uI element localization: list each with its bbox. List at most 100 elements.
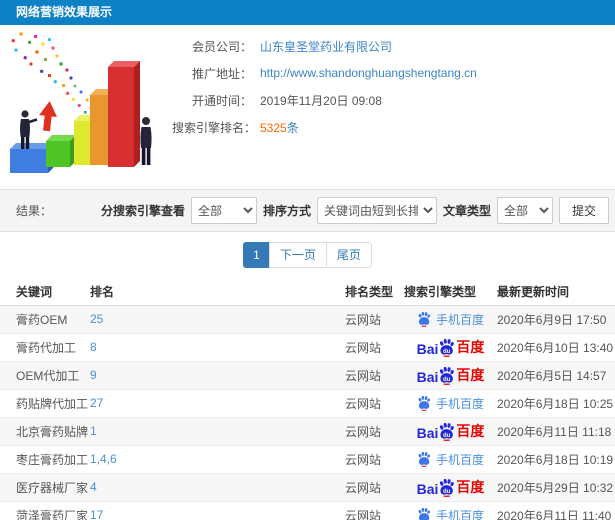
rank-link[interactable]: 17 [90, 508, 103, 520]
engine-rank-count: 5325 [260, 120, 287, 135]
arrow-up-icon [39, 101, 58, 132]
header-rank-type: 排名类型 [345, 278, 404, 306]
pagination-wrap: 1 下一页 尾页 [0, 232, 615, 278]
last-page-button[interactable]: 尾页 [325, 242, 372, 268]
table-row: OEM代加工 9 云网站 Bai du 百度 2020年6月5日 14:57 [0, 361, 615, 390]
table-row: 医疗器械厂家 4 云网站 Bai du 百度 2020年5月29日 10:32 [0, 473, 615, 502]
rank-type-cell: 云网站 [345, 361, 404, 390]
baidu-logo-cn: 百度 [456, 367, 485, 383]
keyword-cell: 枣庄膏药加工 [0, 445, 90, 474]
keyword-cell: 北京膏药贴牌 [0, 417, 90, 446]
header-engine-type: 搜索引擎类型 [404, 278, 497, 306]
table-row: 北京膏药贴牌 1 云网站 Bai du 百度 2020年6月11日 11:18 [0, 417, 615, 446]
rank-type-cell: 云网站 [345, 389, 404, 418]
rank-link[interactable]: 27 [90, 396, 103, 410]
promo-url-link[interactable]: http://www.shandonghuangshengtang.cn [260, 66, 477, 80]
engine-type-cell: Bai du 百度 [404, 474, 497, 501]
keyword-cell: OEM代加工 [0, 361, 90, 390]
engine-rank-unit: 条 [286, 120, 299, 135]
updated-cell: 2020年6月9日 17:50 [497, 305, 615, 334]
baidu-logo-cn: 百度 [456, 423, 485, 439]
baidu-logo-bai: Bai [416, 481, 439, 497]
engine-type-cell: Bai du 百度 [404, 362, 497, 389]
baidu-paw-icon: du [438, 422, 455, 441]
rank-link[interactable]: 4 [90, 480, 97, 494]
engine-type-cell: Bai du 百度 [404, 334, 497, 361]
baidu-paw-icon [417, 395, 431, 411]
table-row: 膏药代加工 8 云网站 Bai du 百度 2020年6月10日 13:40 [0, 333, 615, 362]
updated-cell: 2020年6月11日 11:18 [497, 417, 615, 446]
results-table: 关键词 排名 排名类型 搜索引擎类型 最新更新时间 膏药OEM 25 云网站 手… [0, 278, 615, 520]
engine-rank-label: 搜索引擎排名： [172, 120, 257, 135]
baidu-logo-cn: 百度 [456, 339, 485, 355]
svg-text:du: du [443, 349, 451, 355]
rank-link[interactable]: 1 [90, 424, 97, 438]
result-label: 结果： [16, 204, 53, 218]
filter-controls: 分搜索引擎查看 全部 排序方式 关键词由短到长排序 文章类型 全部 提交 [101, 197, 609, 224]
baidu-paw-icon: du [438, 366, 455, 385]
keyword-cell: 医疗器械厂家 [0, 473, 90, 502]
mobile-baidu-label: 手机百度 [435, 312, 484, 327]
info-row-open-time: 开通时间： 2019年11月20日 09:08 [172, 91, 615, 109]
engine-type-cell: 手机百度 [404, 446, 497, 473]
engine-type-cell: 手机百度 [404, 502, 497, 520]
page-title: 网络营销效果展示 [16, 5, 113, 19]
member-company-label: 会员公司： [191, 39, 252, 54]
baidu-paw-icon [417, 451, 431, 467]
rank-type-cell: 云网站 [345, 305, 404, 334]
article-type-select[interactable]: 全部 [496, 197, 553, 224]
updated-cell: 2020年6月11日 11:40 [497, 501, 615, 520]
updated-cell: 2020年6月18日 10:25 [497, 389, 615, 418]
submit-button[interactable]: 提交 [558, 197, 609, 224]
rank-link[interactable]: 1,4,6 [90, 452, 117, 466]
engine-view-select[interactable]: 全部 [190, 197, 257, 224]
account-info-list: 会员公司： 山东皇圣堂药业有限公司 推广地址： http://www.shand… [172, 25, 615, 189]
page-titlebar: 网络营销效果展示 [0, 0, 615, 25]
info-row-member: 会员公司： 山东皇圣堂药业有限公司 [172, 37, 615, 55]
baidu-paw-icon [417, 311, 431, 327]
rank-type-cell: 云网站 [345, 501, 404, 520]
account-info-section: 会员公司： 山东皇圣堂药业有限公司 推广地址： http://www.shand… [0, 25, 615, 189]
pagination: 1 下一页 尾页 [243, 242, 372, 268]
engine-type-cell: 手机百度 [404, 306, 497, 333]
mobile-baidu-label: 手机百度 [435, 452, 484, 467]
baidu-logo: Bai du 百度 [416, 477, 485, 497]
header-rank: 排名 [90, 278, 345, 306]
page-button-current[interactable]: 1 [243, 242, 270, 268]
engine-type-cell: Bai du 百度 [404, 418, 497, 445]
bar-chart-illustration [10, 32, 152, 173]
rank-type-cell: 云网站 [345, 473, 404, 502]
info-row-engine-rank: 搜索引擎排名： 5325条 [172, 118, 615, 136]
rank-type-cell: 云网站 [345, 333, 404, 362]
updated-cell: 2020年6月10日 13:40 [497, 333, 615, 362]
keyword-cell: 膏药代加工 [0, 333, 90, 362]
baidu-paw-icon: du [438, 338, 455, 357]
open-time-label: 开通时间： [191, 93, 252, 108]
header-keyword: 关键词 [0, 278, 90, 306]
svg-text:du: du [443, 433, 451, 439]
sort-mode-select[interactable]: 关键词由短到长排序 [316, 197, 437, 224]
mobile-baidu-badge: 手机百度 [417, 395, 484, 412]
rank-link[interactable]: 25 [90, 312, 103, 326]
table-row: 枣庄膏药加工 1,4,6 云网站 手机百度 2020年6月18日 10:19 [0, 445, 615, 474]
keyword-cell: 菏泽膏药厂家 [0, 501, 90, 520]
rank-link[interactable]: 9 [90, 368, 97, 382]
engine-rank-value[interactable]: 5325条 [260, 119, 299, 136]
svg-text:du: du [443, 489, 451, 495]
mobile-baidu-badge: 手机百度 [417, 311, 484, 328]
engine-view-label: 分搜索引擎查看 [100, 204, 185, 218]
baidu-logo-cn: 百度 [456, 479, 485, 495]
baidu-logo: Bai du 百度 [417, 365, 485, 385]
marketing-report-page: 网络营销效果展示 会员公司： 山东皇圣堂药业有限公司 推广地址： http://… [0, 0, 615, 520]
member-company-link[interactable]: 山东皇圣堂药业有限公司 [260, 38, 392, 55]
article-type-label: 文章类型 [442, 204, 491, 218]
confetti-dots [11, 32, 93, 114]
updated-cell: 2020年5月29日 10:32 [497, 473, 615, 502]
rank-link[interactable]: 8 [90, 340, 97, 354]
baidu-logo-bai: Bai [416, 341, 439, 357]
svg-text:du: du [443, 377, 451, 383]
baidu-logo: Bai du 百度 [416, 421, 485, 441]
next-page-button[interactable]: 下一页 [268, 242, 327, 268]
mobile-baidu-badge: 手机百度 [417, 507, 484, 520]
baidu-logo-bai: Bai [416, 425, 439, 441]
